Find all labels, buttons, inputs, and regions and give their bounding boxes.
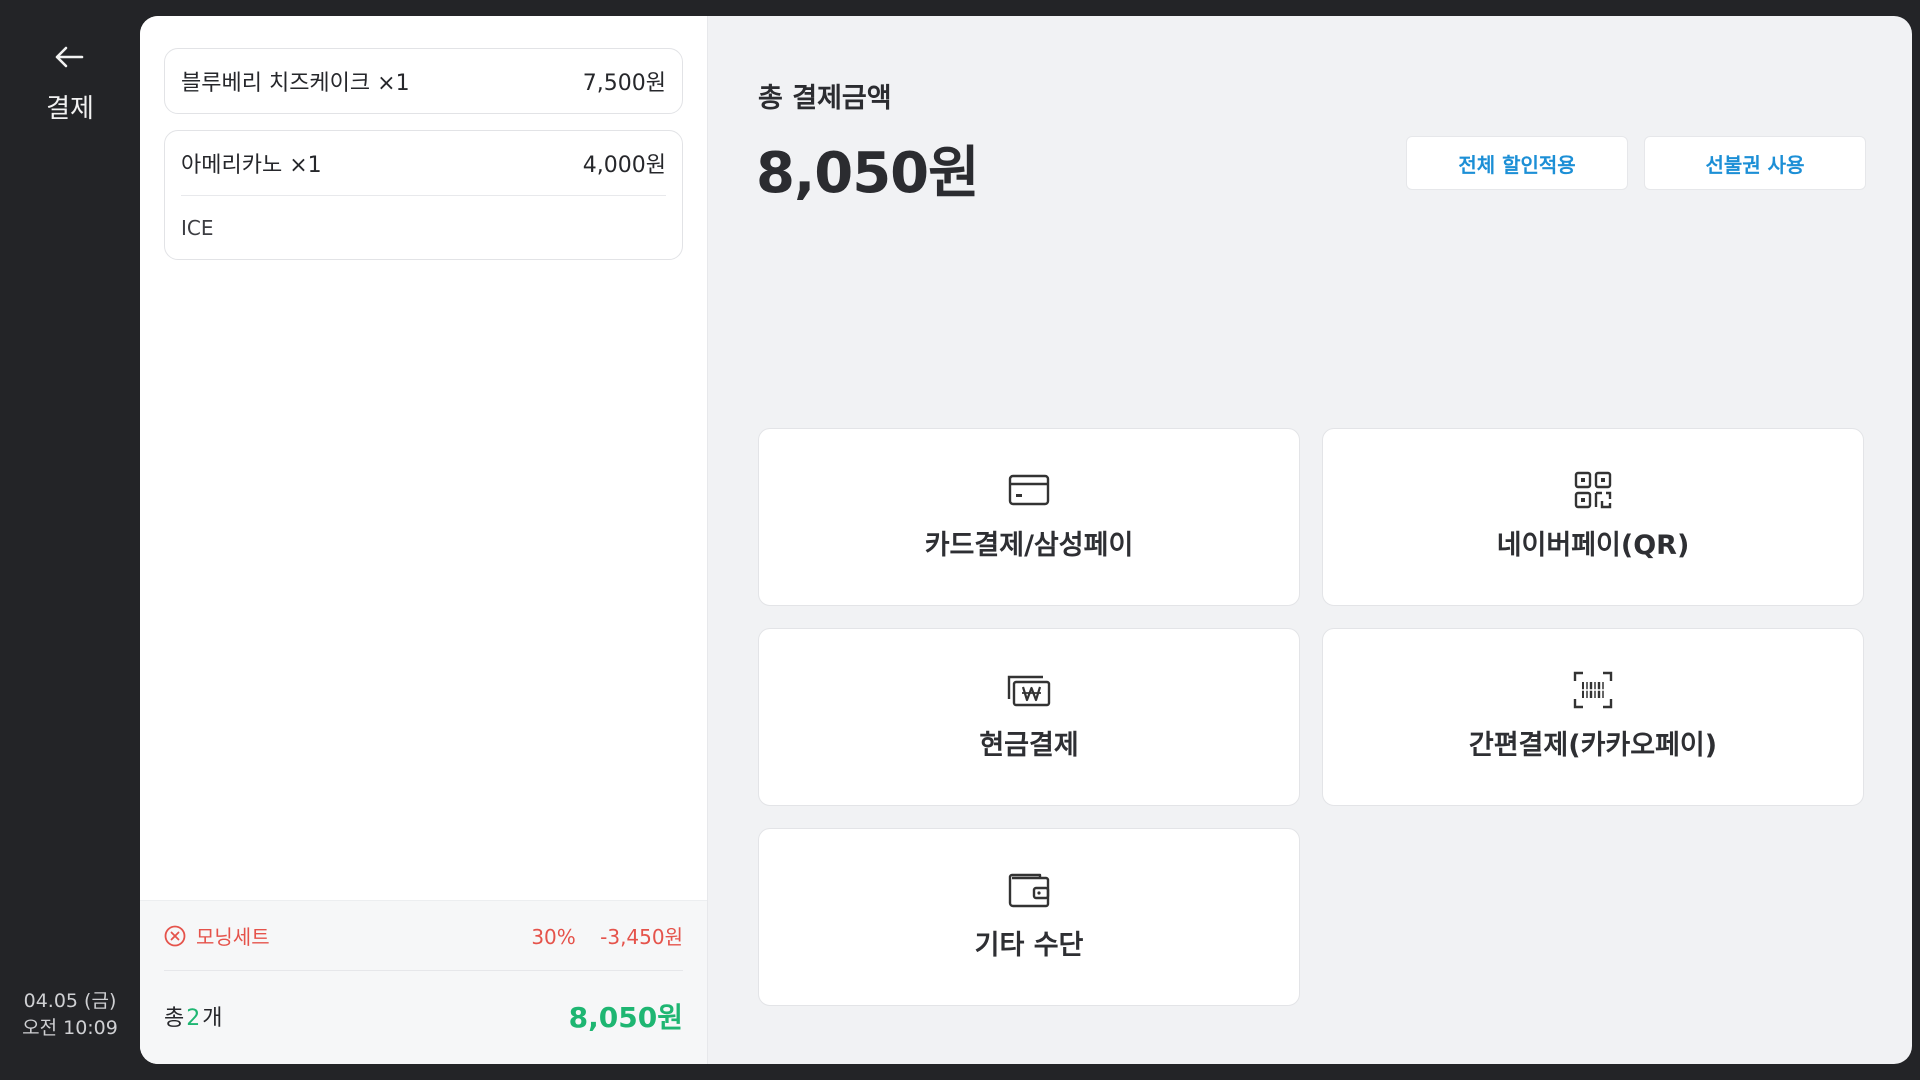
cash-icon	[1006, 667, 1052, 713]
barcode-scan-icon	[1570, 667, 1616, 713]
cash-payment-button[interactable]: 현금결제	[758, 628, 1300, 806]
back-button[interactable]	[44, 40, 94, 74]
kakaopay-button[interactable]: 간편결제(카카오페이)	[1322, 628, 1864, 806]
total-amount: 8,050원	[568, 1001, 683, 1034]
discount-rate: 30%	[531, 925, 576, 949]
item-count: 2	[186, 1006, 201, 1031]
main-window: 블루베리 치즈케이크 ×1 7,500원 아메리카노 ×1 4,000원 ICE	[140, 16, 1912, 1064]
payment-total-label: 총 결제금액	[758, 83, 892, 114]
payment-panel: 총 결제금액 8,050원 전체 할인적용 선불권 사용 카드결제/삼성페이 네…	[708, 16, 1912, 1064]
side-rail: 결제 04.05 (금) 오전 10:09	[0, 0, 140, 1080]
wallet-icon	[1006, 867, 1052, 913]
method-label: 카드결제/삼성페이	[924, 529, 1134, 561]
method-label: 네이버페이(QR)	[1496, 529, 1690, 561]
order-item[interactable]: 블루베리 치즈케이크 ×1 7,500원	[164, 48, 683, 114]
order-list: 블루베리 치즈케이크 ×1 7,500원 아메리카노 ×1 4,000원 ICE	[140, 16, 707, 260]
method-label: 현금결제	[979, 729, 1079, 761]
order-item-option: ICE	[181, 195, 666, 259]
total-prefix: 총	[164, 1006, 185, 1031]
payment-methods: 카드결제/삼성페이 네이버페이(QR) 현금결제 간편결제(카카오페이) 기타 …	[758, 428, 1864, 1006]
order-summary: 모닝세트 30% -3,450원 총2개 8,050원	[140, 900, 707, 1064]
total-row: 총2개 8,050원	[164, 971, 683, 1061]
order-item-price: 7,500원	[582, 71, 666, 96]
qr-code-icon	[1570, 467, 1616, 513]
discount-label: 모닝세트	[196, 925, 270, 949]
arrow-left-icon	[55, 46, 84, 68]
apply-all-discount-button[interactable]: 전체 할인적용	[1406, 136, 1628, 190]
method-label: 간편결제(카카오페이)	[1468, 729, 1718, 761]
page-title: 결제	[46, 94, 94, 124]
order-item-name: 블루베리 치즈케이크 ×1	[181, 71, 410, 96]
total-suffix: 개	[202, 1006, 223, 1031]
naverpay-qr-button[interactable]: 네이버페이(QR)	[1322, 428, 1864, 606]
order-item-name: 아메리카노 ×1	[181, 153, 322, 178]
use-voucher-button[interactable]: 선불권 사용	[1644, 136, 1866, 190]
datetime: 04.05 (금) 오전 10:09	[0, 988, 140, 1042]
total-count: 총2개	[164, 1000, 223, 1032]
order-item-price: 4,000원	[582, 153, 666, 178]
other-payment-button[interactable]: 기타 수단	[758, 828, 1300, 1006]
payment-total-amount: 8,050원	[756, 141, 980, 206]
close-circle-icon	[164, 925, 186, 946]
order-panel: 블루베리 치즈케이크 ×1 7,500원 아메리카노 ×1 4,000원 ICE	[140, 16, 708, 1064]
remove-discount-button[interactable]: 모닝세트	[164, 921, 270, 950]
discount-row: 모닝세트 30% -3,450원	[164, 901, 683, 971]
card-payment-button[interactable]: 카드결제/삼성페이	[758, 428, 1300, 606]
method-label: 기타 수단	[974, 929, 1084, 961]
time-text: 오전 10:09	[22, 1017, 118, 1039]
discount-amount: -3,450원	[600, 925, 683, 949]
date-text: 04.05 (금)	[23, 990, 117, 1012]
order-item[interactable]: 아메리카노 ×1 4,000원 ICE	[164, 130, 683, 260]
credit-card-icon	[1006, 467, 1052, 513]
